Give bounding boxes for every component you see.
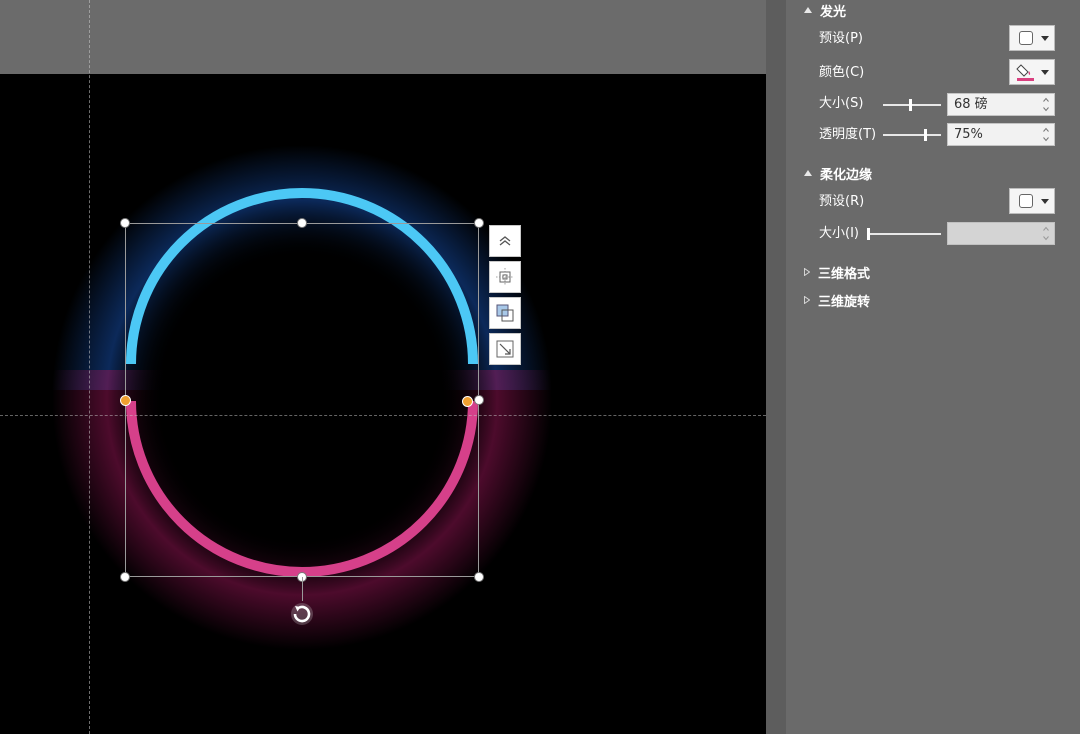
selection-box[interactable] [125,223,479,577]
glow-size-spinner[interactable]: 68 磅 [947,93,1055,116]
resize-icon [496,340,514,358]
glow-section-header[interactable]: 发光 [804,0,846,20]
3d-format-section-title: 三维格式 [818,266,871,282]
rotate-stem [302,577,303,601]
chevron-down-icon [1041,35,1049,41]
glow-color-label: 颜色(C) [819,65,865,80]
expand-triangle-icon [804,268,810,276]
3d-rotation-section-header[interactable]: 三维旋转 [804,290,870,310]
handle-bottom-left[interactable] [120,572,130,582]
soft-edges-section-title: 柔化边缘 [820,167,873,183]
preset-swatch-icon [1019,31,1033,45]
spin-down-icon[interactable] [1042,105,1050,113]
glow-transparency-value: 75% [954,127,983,142]
spin-up-icon[interactable] [1042,96,1050,104]
collapse-triangle-icon [804,170,812,176]
panel-splitter[interactable] [766,0,786,734]
glow-transparency-spinner[interactable]: 75% [947,123,1055,146]
glow-transparency-slider[interactable] [883,129,941,141]
handle-top-left[interactable] [120,218,130,228]
spin-down-icon[interactable] [1042,135,1050,143]
glow-preset-label: 预设(P) [819,31,863,46]
spin-up-icon[interactable] [1042,225,1050,233]
glow-size-value: 68 磅 [954,97,988,112]
layout-options-button[interactable] [489,225,521,257]
align-center-icon [496,268,514,286]
soft-edges-size-slider[interactable] [867,228,941,240]
layout-up-icon [499,236,511,246]
spin-down-icon[interactable] [1042,234,1050,242]
glow-section-title: 发光 [820,4,847,20]
chevron-down-icon [1041,198,1049,204]
soft-edges-preset-label: 预设(R) [819,194,865,209]
3d-format-section-header[interactable]: 三维格式 [804,262,870,282]
vertical-guide[interactable] [89,0,90,734]
soft-edges-size-slider-thumb[interactable] [867,228,870,240]
soft-edges-size-spinner[interactable] [947,222,1055,245]
glow-size-slider-thumb[interactable] [909,99,912,111]
glow-transparency-slider-thumb[interactable] [924,129,927,141]
adjust-handle-right[interactable] [462,396,473,407]
glow-color-dropdown[interactable] [1009,59,1055,85]
handle-top[interactable] [297,218,307,228]
handle-right[interactable] [474,395,484,405]
glow-size-label: 大小(S) [819,96,864,111]
bring-forward-icon [496,304,514,322]
format-shape-panel: 发光 预设(P) 颜色(C) 大小(S) 68 磅 透明度(T) 75% 柔化边… [786,0,1080,734]
glow-transparency-label: 透明度(T) [819,127,877,142]
handle-top-right[interactable] [474,218,484,228]
glow-size-slider[interactable] [883,99,941,111]
resize-button[interactable] [489,333,521,365]
soft-edges-section-header[interactable]: 柔化边缘 [804,163,872,183]
handle-bottom-right[interactable] [474,572,484,582]
chevron-down-icon [1041,69,1049,75]
spin-up-icon[interactable] [1042,126,1050,134]
3d-rotation-section-title: 三维旋转 [818,294,871,310]
collapse-triangle-icon [804,7,812,13]
expand-triangle-icon [804,296,810,304]
rotate-icon[interactable] [289,601,315,627]
glow-preset-dropdown[interactable] [1009,25,1055,51]
workspace [0,0,766,734]
paint-bucket-icon [1016,64,1034,81]
arrange-button[interactable] [489,297,521,329]
soft-edges-preset-dropdown[interactable] [1009,188,1055,214]
preset-swatch-icon [1019,194,1033,208]
adjust-handle-left[interactable] [120,395,131,406]
align-button[interactable] [489,261,521,293]
soft-edges-size-label: 大小(I) [819,226,859,241]
